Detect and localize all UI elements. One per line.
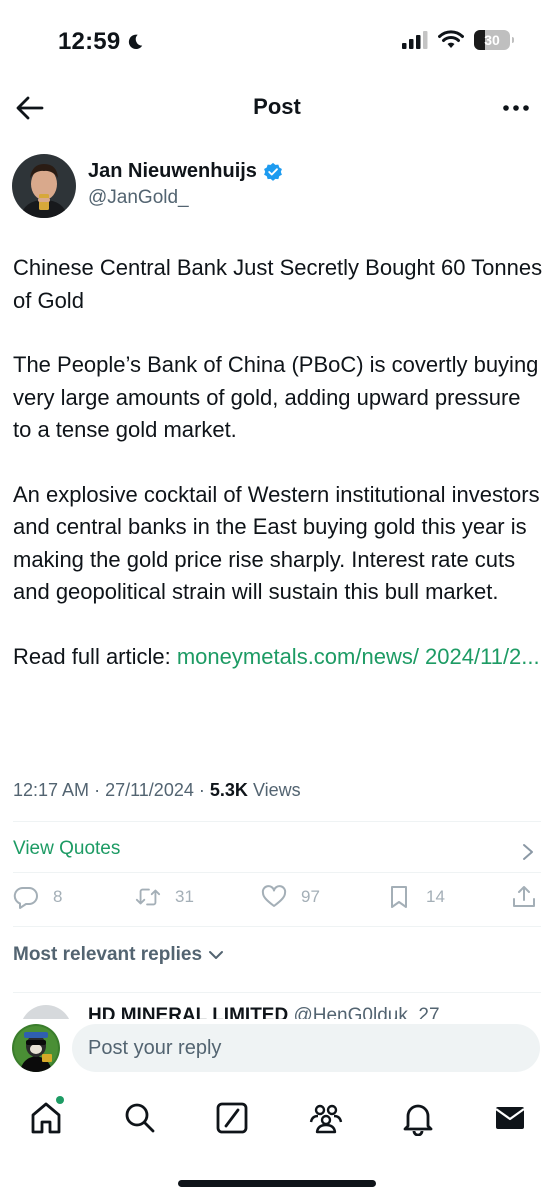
divider: [13, 992, 541, 993]
views-label: Views: [252, 780, 301, 800]
notifications-bell-icon[interactable]: [400, 1100, 436, 1136]
reply-preview-handle: @HenG0lduk_27: [293, 1005, 440, 1019]
status-time-text: 12:59: [58, 28, 121, 55]
bookmark-icon: [391, 886, 407, 908]
divider: [13, 926, 541, 927]
more-options-icon[interactable]: [500, 94, 532, 122]
like-button[interactable]: 97: [261, 884, 320, 910]
moon-icon: [129, 34, 143, 50]
post-paragraph-2: An explosive cocktail of Western institu…: [13, 481, 540, 605]
author-avatar[interactable]: [12, 154, 76, 218]
divider: [13, 872, 541, 873]
post-headline: Chinese Central Bank Just Secretly Bough…: [13, 255, 543, 313]
search-icon[interactable]: [122, 1100, 158, 1136]
author-name: Jan Nieuwenhuijs: [88, 160, 257, 182]
repost-count: 31: [175, 887, 194, 906]
post-actions: 8 31 97 14: [13, 884, 541, 914]
reply-icon: [13, 886, 38, 909]
author-handle: @JanGold_: [88, 187, 189, 208]
meta-separator: ·: [94, 780, 101, 800]
post-header: Post: [0, 84, 554, 130]
reply-input[interactable]: [72, 1024, 540, 1072]
reply-preview-avatar: [20, 1005, 72, 1019]
reply-composer: [0, 1020, 554, 1080]
wifi-icon: [438, 30, 464, 48]
battery-icon: 30: [474, 30, 514, 50]
heart-icon: [261, 885, 287, 907]
bookmark-count: 14: [426, 887, 445, 906]
status-icons: 30: [402, 30, 514, 50]
share-button[interactable]: [511, 884, 537, 910]
post-body: Chinese Central Bank Just Secretly Bough…: [13, 252, 543, 705]
home-notification-dot: [56, 1096, 64, 1104]
status-time: 12:59: [58, 28, 144, 56]
reply-preview-author: HD MINERAL LIMITED @HenG0lduk_27: [88, 1005, 440, 1019]
reply-sort-label: Most relevant replies: [13, 944, 203, 965]
share-icon: [513, 886, 535, 907]
user-avatar[interactable]: [12, 1024, 60, 1072]
battery-percent: 30: [484, 32, 500, 48]
repost-button[interactable]: 31: [135, 884, 194, 910]
reply-sort-dropdown[interactable]: Most relevant replies: [13, 944, 224, 966]
verified-badge-icon: [264, 162, 282, 181]
reply-preview-name: HD MINERAL LIMITED: [88, 1005, 289, 1019]
bookmark-button[interactable]: 14: [386, 884, 445, 910]
repost-icon: [135, 888, 161, 906]
post-paragraph-1: The People’s Bank of China (PBoC) is cov…: [13, 352, 539, 442]
views-count: 5.3K: [209, 780, 248, 800]
grok-icon[interactable]: [214, 1100, 250, 1136]
home-indicator: [178, 1180, 376, 1187]
like-count: 97: [301, 887, 320, 906]
bottom-tab-bar: [0, 1090, 554, 1150]
battery-level: [474, 30, 485, 50]
messages-icon[interactable]: [492, 1100, 528, 1136]
post-date: 27/11/2024: [105, 780, 194, 800]
post-time: 12:17 AM: [13, 780, 90, 800]
post-read-more: Read full article: moneymetals.com/news/…: [13, 641, 543, 674]
meta-separator: ·: [198, 780, 205, 800]
chevron-right-icon[interactable]: [520, 842, 536, 862]
battery-tip: [512, 37, 514, 43]
status-bar: 12:59 30: [0, 0, 554, 84]
article-link[interactable]: moneymetals.com/news/ 2024/11/2...: [177, 644, 540, 669]
post-meta: 12:17 AM · 27/11/2024 · 5.3K Views: [13, 780, 301, 801]
home-icon[interactable]: [28, 1100, 64, 1136]
view-quotes-link[interactable]: View Quotes: [13, 838, 120, 860]
chevron-down-icon: [209, 951, 224, 959]
reply-preview[interactable]: HD MINERAL LIMITED @HenG0lduk_27: [20, 1005, 540, 1019]
communities-icon[interactable]: [308, 1100, 344, 1136]
author-block[interactable]: Jan Nieuwenhuijs @JanGold_: [12, 154, 283, 218]
divider: [13, 821, 541, 822]
author-text: Jan Nieuwenhuijs @JanGold_: [88, 154, 283, 218]
reply-button[interactable]: 8: [13, 884, 62, 910]
page-title: Post: [253, 94, 301, 119]
read-prefix: Read full article:: [13, 643, 177, 669]
reply-count: 8: [53, 887, 63, 906]
author-name-row: Jan Nieuwenhuijs: [88, 160, 283, 183]
signal-icon: [402, 31, 428, 49]
